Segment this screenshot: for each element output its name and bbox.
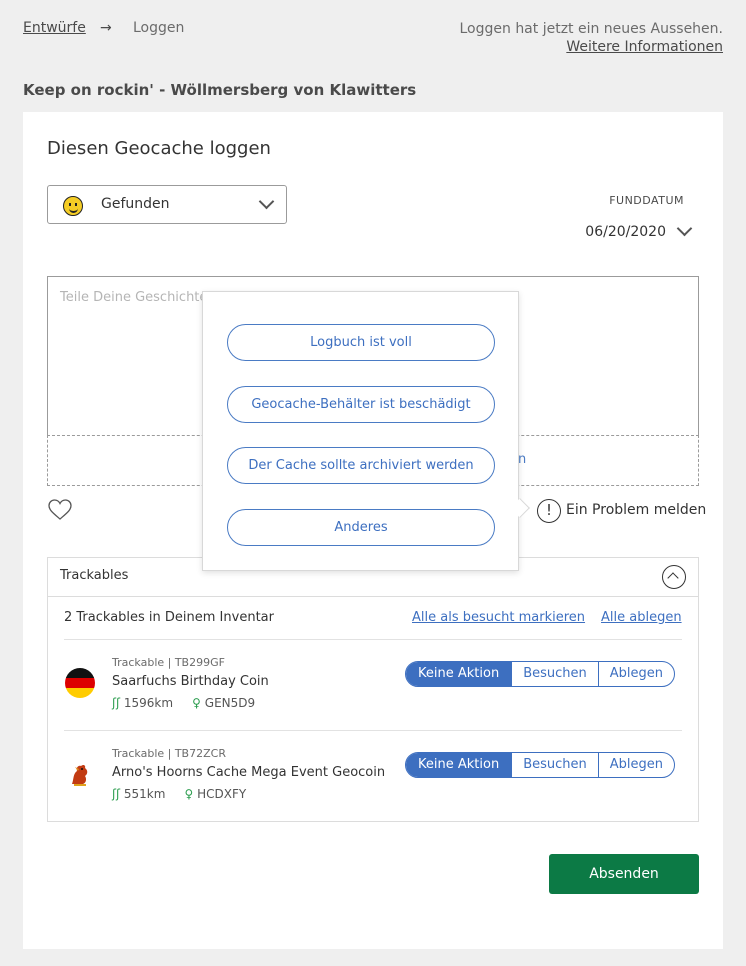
problem-option-logbook-full[interactable]: Logbuch ist voll bbox=[227, 324, 495, 361]
log-type-select[interactable]: Gefunden bbox=[47, 185, 287, 224]
distance-icon: ʃʃ bbox=[112, 787, 121, 801]
trackable-code: Trackable | TB72ZCR bbox=[112, 747, 226, 760]
trackable-code: Trackable | TB299GF bbox=[112, 656, 225, 669]
breadcrumb-parent-link[interactable]: Entwürfe bbox=[23, 20, 86, 36]
new-look-notice: Loggen hat jetzt ein neues Aussehen. Wei… bbox=[459, 20, 723, 56]
breadcrumb-arrow-icon: → bbox=[100, 20, 112, 36]
submit-button[interactable]: Absenden bbox=[549, 854, 699, 894]
smiley-icon bbox=[63, 196, 83, 216]
action-visit[interactable]: Besuchen bbox=[511, 753, 598, 777]
exclamation-icon: ! bbox=[537, 499, 561, 523]
trackable-name[interactable]: Saarfuchs Birthday Coin bbox=[112, 674, 392, 689]
location-pin-icon: ♀ bbox=[192, 696, 201, 710]
trackable-stats: ʃʃ 551km ♀ HCDXFY bbox=[112, 787, 246, 801]
chevron-down-icon bbox=[258, 193, 275, 210]
trackable-action-toggle[interactable]: Keine Aktion Besuchen Ablegen bbox=[405, 752, 675, 778]
trackable-stats: ʃʃ 1596km ♀ GEN5D9 bbox=[112, 696, 255, 710]
trackable-distance: 551km bbox=[123, 787, 166, 801]
breadcrumb-current: Loggen bbox=[133, 20, 185, 36]
problem-menu: Logbuch ist voll Geocache-Behälter ist b… bbox=[202, 291, 519, 571]
dropzone-link-text[interactable]: n bbox=[518, 452, 526, 467]
trackable-name[interactable]: Arno's Hoorns Cache Mega Event Geocoin bbox=[112, 765, 392, 780]
trackable-flag-icon bbox=[65, 668, 95, 698]
log-text-placeholder: Teile Deine Geschichte bbox=[60, 290, 208, 305]
problem-option-container-damaged[interactable]: Geocache-Behälter ist beschädigt bbox=[227, 386, 495, 423]
trackable-action-toggle[interactable]: Keine Aktion Besuchen Ablegen bbox=[405, 661, 675, 687]
action-drop[interactable]: Ablegen bbox=[597, 753, 674, 777]
report-problem-button[interactable]: Ein Problem melden bbox=[566, 502, 706, 518]
inventory-label: 2 Trackables in Deinem Inventar bbox=[64, 610, 274, 625]
page-title: Diesen Geocache loggen bbox=[47, 138, 271, 159]
heart-icon[interactable] bbox=[47, 498, 73, 522]
action-no-action[interactable]: Keine Aktion bbox=[406, 662, 512, 686]
trackables-panel: Trackables 2 Trackables in Deinem Invent… bbox=[47, 557, 699, 822]
trackable-row: Trackable | TB72ZCR Arno's Hoorns Cache … bbox=[48, 731, 698, 821]
mark-all-visited-link[interactable]: Alle als besucht markieren bbox=[412, 610, 585, 625]
trackable-dragon-icon bbox=[72, 764, 88, 786]
problem-option-other[interactable]: Anderes bbox=[227, 509, 495, 546]
trackable-location: HCDXFY bbox=[197, 787, 247, 801]
notice-text: Loggen hat jetzt ein neues Aussehen. bbox=[459, 21, 723, 37]
found-date-picker[interactable]: 06/20/2020 bbox=[585, 224, 666, 240]
action-no-action[interactable]: Keine Aktion bbox=[406, 753, 512, 777]
chevron-up-icon bbox=[667, 572, 679, 584]
collapse-button[interactable] bbox=[662, 565, 686, 589]
trackable-location: GEN5D9 bbox=[204, 696, 256, 710]
found-date-label: FUNDDATUM bbox=[609, 194, 684, 207]
location-pin-icon: ♀ bbox=[184, 787, 194, 801]
action-visit[interactable]: Besuchen bbox=[511, 662, 598, 686]
log-type-value: Gefunden bbox=[101, 196, 170, 212]
problem-option-should-archive[interactable]: Der Cache sollte archiviert werden bbox=[227, 447, 495, 484]
drop-all-link[interactable]: Alle ablegen bbox=[601, 610, 682, 625]
distance-icon: ʃʃ bbox=[112, 696, 121, 710]
trackable-row: Trackable | TB299GF Saarfuchs Birthday C… bbox=[48, 640, 698, 730]
cache-title: Keep on rockin' - Wöllmersberg von Klawi… bbox=[23, 81, 417, 99]
trackable-distance: 1596km bbox=[123, 696, 174, 710]
action-drop[interactable]: Ablegen bbox=[597, 662, 674, 686]
more-info-link[interactable]: Weitere Informationen bbox=[459, 38, 723, 56]
trackables-title: Trackables bbox=[60, 568, 129, 583]
